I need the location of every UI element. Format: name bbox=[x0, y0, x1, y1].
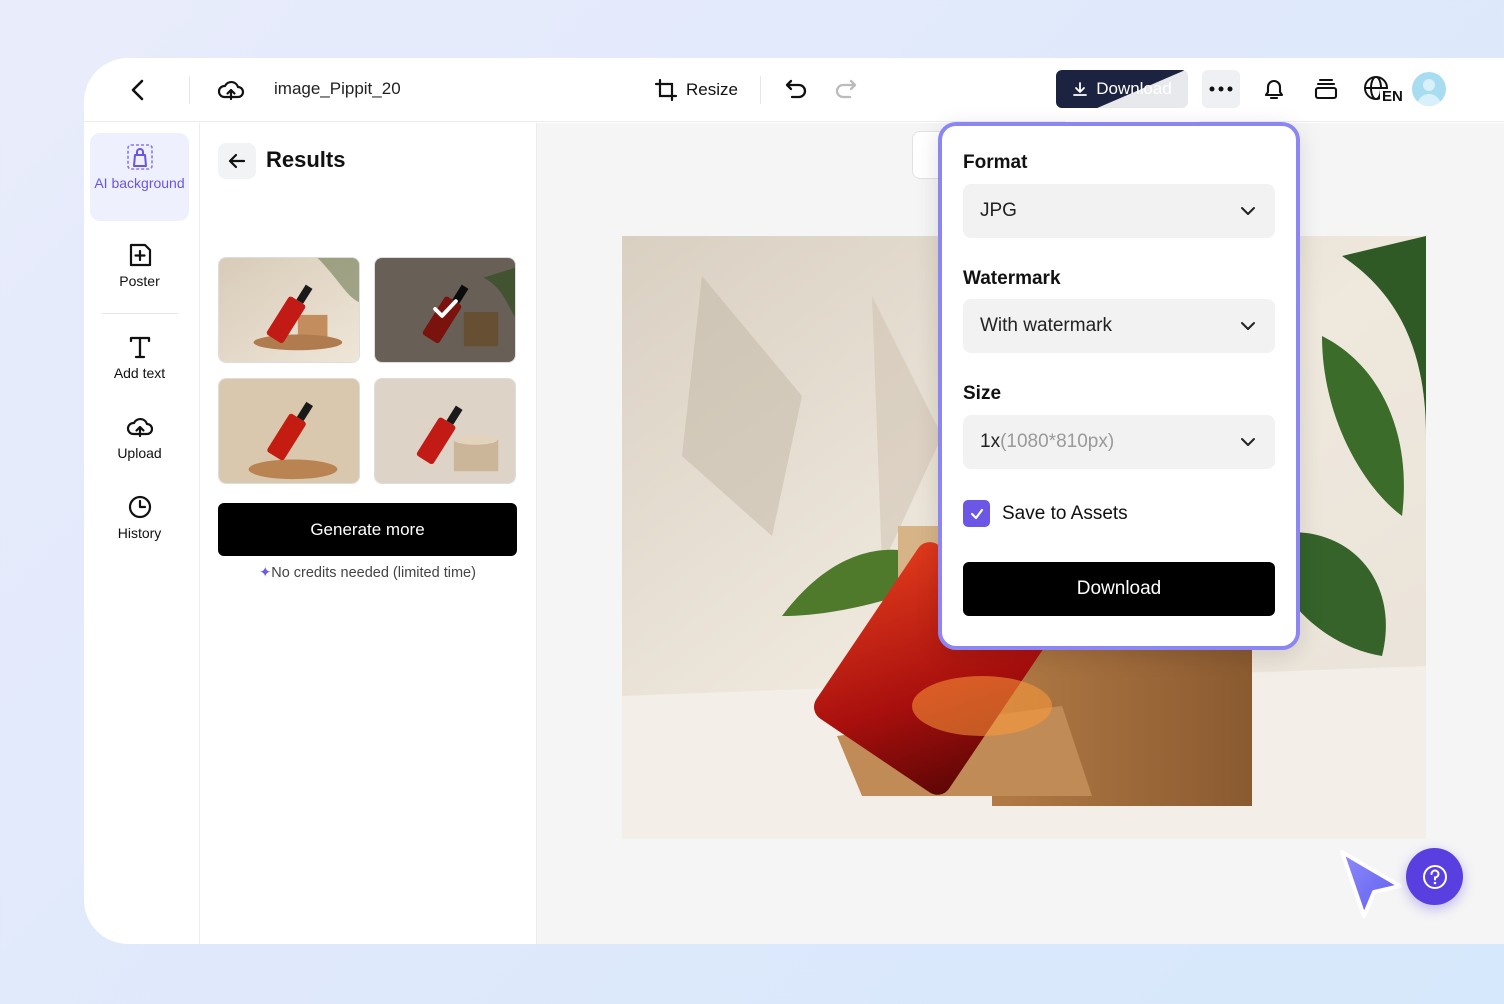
resize-label: Resize bbox=[686, 80, 738, 99]
sidebar-label: Add text bbox=[113, 365, 166, 381]
size-multiplier: 1x bbox=[980, 431, 1001, 452]
check-icon bbox=[970, 508, 983, 519]
language-label: EN bbox=[1382, 88, 1403, 105]
arrow-left-icon bbox=[228, 153, 246, 169]
ai-background-icon bbox=[126, 144, 153, 170]
upload-icon bbox=[126, 417, 153, 438]
history-icon bbox=[128, 495, 151, 519]
sparkle-icon: ✦ bbox=[259, 565, 272, 581]
poster-icon bbox=[129, 243, 151, 267]
sidebar-label: Poster bbox=[119, 273, 160, 289]
format-label: Format bbox=[963, 152, 1028, 173]
cloud-sync-icon[interactable] bbox=[216, 75, 246, 105]
watermark-select[interactable]: With watermark bbox=[963, 299, 1275, 353]
sidebar-item-add-text[interactable]: Add text bbox=[90, 333, 189, 381]
question-mark-icon bbox=[1422, 864, 1447, 889]
download-options-popover: Format JPG Watermark With watermark Size… bbox=[938, 122, 1300, 650]
result-thumbnail-2[interactable] bbox=[374, 257, 516, 363]
chevron-down-icon bbox=[1241, 207, 1255, 215]
perfume-thumbnail-image bbox=[219, 258, 359, 362]
sidebar-item-upload[interactable]: Upload bbox=[90, 413, 189, 461]
top-bar: image_Pippit_20 Resize Download EN bbox=[84, 58, 1504, 122]
save-to-assets-checkbox[interactable]: Save to Assets bbox=[963, 500, 1128, 527]
results-back-button[interactable] bbox=[218, 143, 256, 179]
text-icon bbox=[129, 336, 150, 359]
help-button[interactable] bbox=[1406, 848, 1463, 905]
sidebar-label: History bbox=[117, 525, 162, 541]
left-sidebar: AI background Poster Add text Upload His… bbox=[84, 123, 200, 944]
back-arrow-icon[interactable] bbox=[126, 76, 150, 104]
size-label: Size bbox=[963, 383, 1002, 404]
sidebar-label: Upload bbox=[117, 445, 162, 461]
perfume-thumbnail-image bbox=[219, 379, 359, 483]
avatar[interactable] bbox=[1412, 72, 1446, 106]
credits-text: No credits needed (limited time) bbox=[271, 565, 476, 581]
resize-icon bbox=[654, 78, 678, 102]
generate-more-button[interactable]: Generate more bbox=[218, 503, 517, 556]
sidebar-item-poster[interactable]: Poster bbox=[90, 241, 189, 289]
size-select[interactable]: 1x (1080*810px) bbox=[963, 415, 1275, 469]
credits-note: ✦No credits needed (limited time) bbox=[218, 565, 517, 581]
undo-icon[interactable] bbox=[784, 76, 810, 102]
format-value: JPG bbox=[980, 200, 1017, 221]
sidebar-item-ai-background[interactable]: AI background bbox=[90, 133, 189, 221]
toolbar-divider bbox=[189, 76, 190, 104]
watermark-label: Watermark bbox=[963, 268, 1061, 289]
watermark-value: With watermark bbox=[980, 315, 1112, 336]
user-icon bbox=[1417, 79, 1441, 106]
download-button[interactable]: Download bbox=[963, 562, 1275, 616]
perfume-thumbnail-image bbox=[375, 379, 515, 483]
sidebar-item-history[interactable]: History bbox=[90, 493, 189, 541]
layers-icon[interactable] bbox=[1312, 75, 1340, 103]
pointer-cursor-icon bbox=[1340, 850, 1402, 918]
checkbox-checked[interactable] bbox=[963, 500, 990, 527]
bell-icon[interactable] bbox=[1260, 75, 1288, 103]
toolbar-divider bbox=[760, 76, 761, 104]
resize-button[interactable]: Resize bbox=[654, 75, 738, 105]
format-select[interactable]: JPG bbox=[963, 184, 1275, 238]
chevron-down-icon bbox=[1241, 322, 1255, 330]
redo-icon[interactable] bbox=[832, 76, 858, 102]
results-panel: Results Generate more ✦No credits needed… bbox=[200, 123, 537, 944]
more-dots-icon bbox=[1209, 86, 1233, 92]
result-thumbnail-3[interactable] bbox=[218, 378, 360, 484]
more-options-button[interactable] bbox=[1202, 70, 1240, 108]
sidebar-divider bbox=[102, 313, 178, 314]
perfume-thumbnail-selected-image bbox=[375, 258, 515, 362]
sidebar-label: AI background bbox=[94, 175, 185, 191]
result-thumbnail-4[interactable] bbox=[374, 378, 516, 484]
chevron-down-icon bbox=[1241, 438, 1255, 446]
language-button[interactable]: EN bbox=[1362, 73, 1403, 107]
file-name[interactable]: image_Pippit_20 bbox=[274, 79, 401, 99]
results-title: Results bbox=[266, 147, 346, 172]
save-to-assets-label: Save to Assets bbox=[1002, 502, 1128, 524]
result-thumbnail-1[interactable] bbox=[218, 257, 360, 363]
size-dimensions: (1080*810px) bbox=[1000, 431, 1115, 452]
